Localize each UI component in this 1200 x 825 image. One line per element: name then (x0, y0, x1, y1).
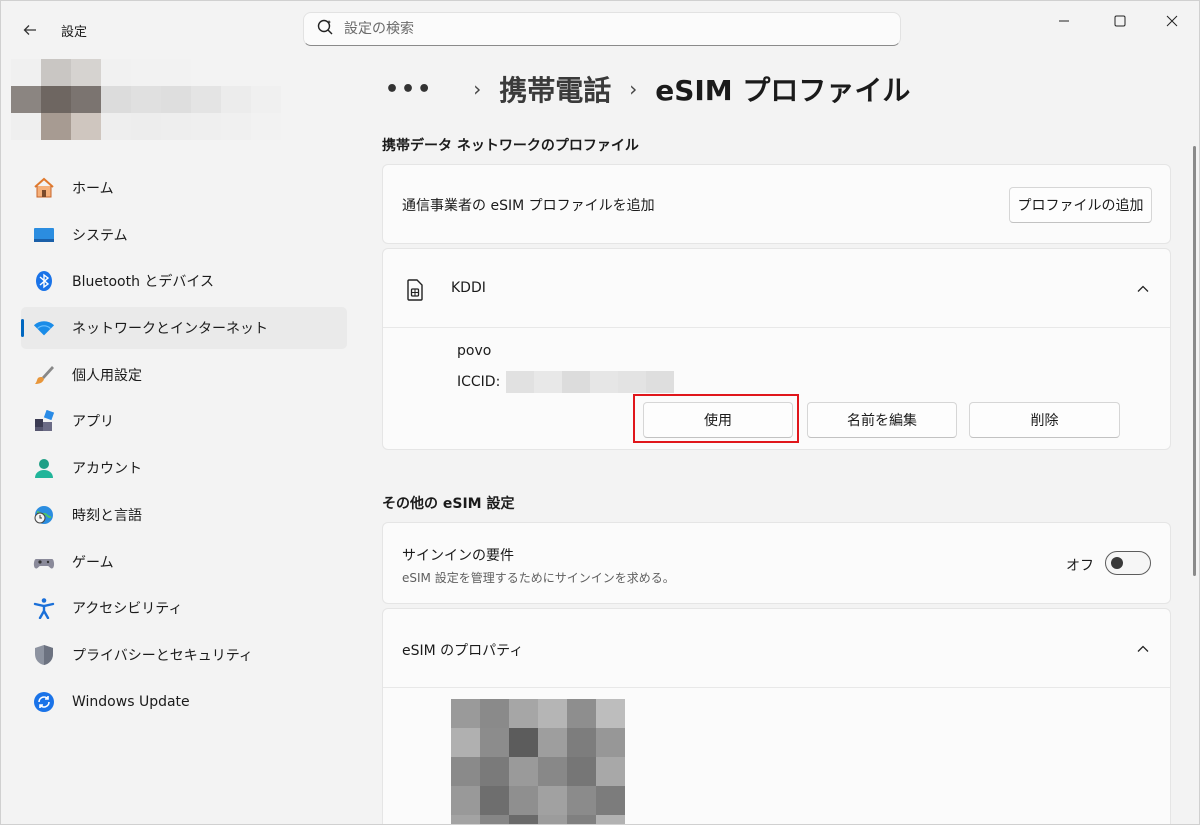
sidebar-item-label: アカウント (72, 461, 142, 478)
sidebar-item-label: アプリ (72, 414, 114, 431)
sidebar-item-network[interactable]: ネットワークとインターネット (21, 307, 347, 350)
page-title: eSIM プロファイル (655, 74, 911, 107)
section-title-other: その他の eSIM 設定 (382, 496, 515, 512)
settings-window: 設定 ホーム システム (0, 0, 1200, 825)
iccid-label: ICCID: (457, 374, 501, 390)
search-input[interactable] (344, 21, 864, 37)
sidebar-item-label: プライバシーとセキュリティ (72, 647, 253, 664)
close-button[interactable] (1149, 7, 1195, 35)
signin-title: サインインの要件 (402, 548, 514, 564)
carrier-name: KDDI (451, 280, 486, 296)
profile-name: povo (457, 343, 492, 359)
update-icon (33, 691, 55, 713)
sidebar-item-label: Bluetooth とデバイス (72, 274, 214, 291)
use-button-highlight (633, 394, 799, 443)
shield-icon (33, 644, 55, 666)
signin-toggle[interactable] (1105, 551, 1151, 575)
bluetooth-icon (33, 270, 55, 292)
sidebar-item-windows-update[interactable]: Windows Update (21, 681, 347, 723)
toggle-knob (1111, 557, 1123, 569)
signin-description: eSIM 設定を管理するためにサインインを求める。 (402, 571, 675, 585)
sidebar-item-label: ホーム (72, 181, 114, 197)
sidebar-item-label: ネットワークとインターネット (72, 321, 268, 338)
properties-title: eSIM のプロパティ (402, 643, 524, 659)
add-profile-button[interactable]: プロファイルの追加 (1009, 187, 1152, 223)
sidebar-item-accounts[interactable]: アカウント (21, 447, 347, 489)
brush-icon (33, 364, 55, 386)
breadcrumb: ••• › 携帯電話 › eSIM プロファイル (385, 69, 910, 109)
sidebar-item-privacy-security[interactable]: プライバシーとセキュリティ (21, 634, 347, 676)
sidebar-item-personalization[interactable]: 個人用設定 (21, 354, 347, 396)
iccid-row: ICCID: (457, 371, 675, 393)
close-icon (1166, 15, 1178, 27)
accessibility-icon (33, 597, 55, 620)
system-icon (33, 224, 55, 246)
chevron-up-icon[interactable] (1135, 281, 1151, 297)
globe-clock-icon (33, 504, 55, 526)
add-profile-text: 通信事業者の eSIM プロファイルを追加 (402, 198, 655, 214)
account-icon (33, 457, 55, 479)
sidebar-item-label: アクセシビリティ (72, 601, 183, 618)
app-title: 設定 (61, 25, 88, 40)
signin-requirement-card: サインインの要件 eSIM 設定を管理するためにサインインを求める。 オフ (382, 522, 1171, 604)
sidebar-item-home[interactable]: ホーム (21, 167, 347, 209)
maximize-button[interactable] (1097, 7, 1143, 35)
qr-code-blurred (451, 699, 625, 824)
add-profile-card: 通信事業者の eSIM プロファイルを追加 プロファイルの追加 (382, 164, 1171, 244)
toggle-state-label: オフ (1066, 558, 1094, 574)
chevron-right-icon: › (473, 77, 482, 101)
sidebar-item-time-language[interactable]: 時刻と言語 (21, 494, 347, 536)
sidebar-item-label: システム (72, 227, 128, 244)
sidebar-item-accessibility[interactable]: アクセシビリティ (21, 587, 347, 629)
back-arrow-icon[interactable] (19, 19, 41, 41)
breadcrumb-parent[interactable]: 携帯電話 (499, 69, 611, 109)
home-icon (33, 177, 55, 199)
chevron-right-icon: › (629, 77, 638, 101)
apps-icon (33, 410, 55, 432)
rename-button[interactable]: 名前を編集 (807, 402, 957, 438)
sidebar-item-system[interactable]: システム (21, 214, 347, 256)
scrollbar[interactable] (1193, 146, 1196, 576)
sidebar-item-bluetooth[interactable]: Bluetooth とデバイス (21, 260, 347, 302)
sidebar-item-label: ゲーム (72, 554, 114, 571)
sidebar-item-label: Windows Update (72, 693, 190, 710)
section-title-profiles: 携帯データ ネットワークのプロファイル (382, 138, 639, 154)
delete-button[interactable]: 削除 (969, 402, 1120, 438)
wifi-icon (33, 317, 55, 339)
maximize-icon (1114, 15, 1126, 27)
sidebar-item-gaming[interactable]: ゲーム (21, 541, 347, 583)
sim-card-icon (406, 279, 424, 305)
sidebar-item-label: 時刻と言語 (72, 507, 142, 524)
gamepad-icon (33, 551, 55, 573)
iccid-value-blurred (506, 371, 675, 393)
sidebar-nav: ホーム システム Bluetooth とデバイス ネットワークとインターネット … (21, 167, 347, 727)
breadcrumb-overflow[interactable]: ••• (385, 77, 433, 102)
divider (383, 687, 1170, 688)
minimize-icon (1059, 20, 1069, 22)
search-icon (316, 18, 334, 40)
sidebar-item-apps[interactable]: アプリ (21, 400, 347, 442)
chevron-up-icon[interactable] (1135, 641, 1151, 657)
divider (383, 327, 1170, 328)
user-profile-blurred (11, 59, 283, 141)
minimize-button[interactable] (1041, 7, 1087, 35)
sidebar-item-label: 個人用設定 (72, 367, 142, 384)
search-box[interactable] (303, 12, 901, 46)
